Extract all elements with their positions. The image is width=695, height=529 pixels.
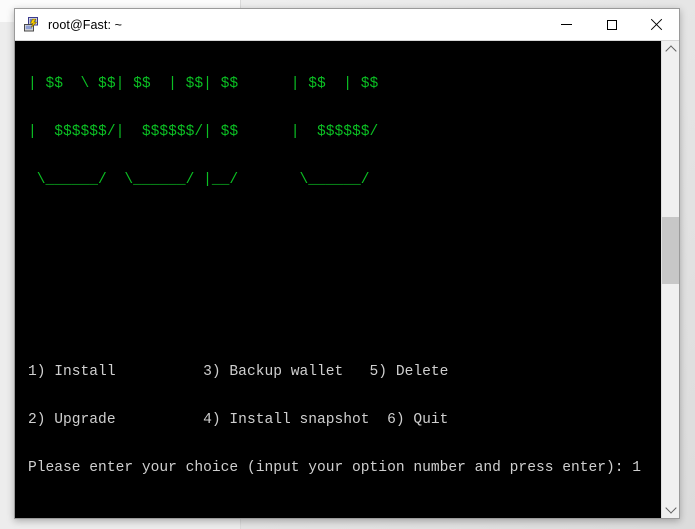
terminal-body: | $$ \ $$| $$ | $$| $$ | $$ | $$ | $$$$$… bbox=[15, 40, 679, 518]
scroll-down-arrow[interactable] bbox=[662, 501, 679, 518]
scroll-up-arrow[interactable] bbox=[662, 41, 679, 58]
minimize-icon bbox=[561, 24, 572, 25]
chevron-down-icon bbox=[664, 502, 677, 514]
chevron-up-icon bbox=[664, 45, 677, 57]
ascii-art-line: | $$ \ $$| $$ | $$| $$ | $$ | $$ bbox=[28, 76, 379, 92]
close-icon bbox=[650, 18, 663, 31]
minimize-button[interactable] bbox=[544, 9, 589, 40]
ascii-art-line: | $$$$$$/| $$$$$$/| $$ | $$$$$$/ bbox=[28, 124, 379, 140]
close-button[interactable] bbox=[634, 9, 679, 40]
ascii-art-line: \______/ \______/ |__/ \______/ bbox=[28, 172, 370, 188]
terminal-window: root@Fast: ~ | $$ \ $$| $$ | $$| $$ | $$… bbox=[14, 8, 680, 519]
window-controls bbox=[544, 9, 679, 40]
scrollbar-thumb[interactable] bbox=[662, 217, 679, 284]
window-titlebar[interactable]: root@Fast: ~ bbox=[15, 9, 679, 40]
menu-row-2: 2) Upgrade 4) Install snapshot 6) Quit bbox=[28, 412, 449, 428]
maximize-button[interactable] bbox=[589, 9, 634, 40]
choice-prompt: Please enter your choice (input your opt… bbox=[28, 460, 642, 476]
putty-terminal-icon bbox=[23, 16, 41, 34]
terminal-scrollbar[interactable] bbox=[661, 41, 679, 518]
menu-row-1: 1) Install 3) Backup wallet 5) Delete bbox=[28, 364, 449, 380]
maximize-icon bbox=[606, 19, 617, 30]
scrollbar-track[interactable] bbox=[662, 58, 679, 501]
window-title: root@Fast: ~ bbox=[48, 17, 122, 32]
terminal-output[interactable]: | $$ \ $$| $$ | $$| $$ | $$ | $$ | $$$$$… bbox=[16, 41, 661, 518]
